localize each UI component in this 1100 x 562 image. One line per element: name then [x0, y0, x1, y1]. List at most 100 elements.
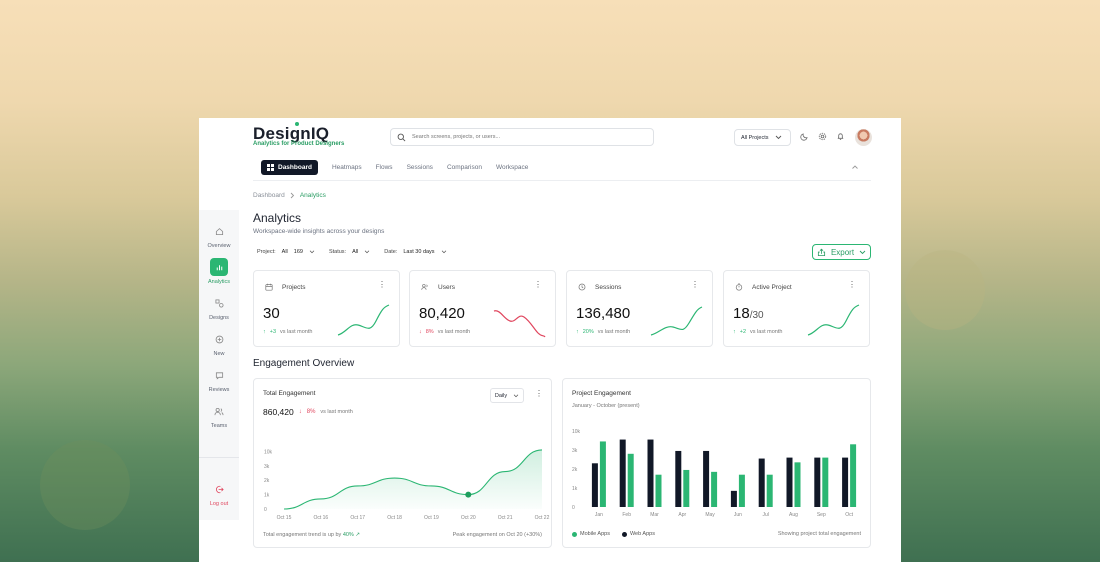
shapes-icon [210, 294, 228, 312]
kpi-card-active-project[interactable]: Active Project ⋮ 18/30 ↑ +2 vs last month [723, 270, 870, 347]
export-button[interactable]: Export [812, 244, 871, 260]
sidebar-item-overview[interactable]: Overview [199, 222, 239, 249]
y-tick-label: 1k [572, 486, 578, 492]
app-window: DesignIQ Analytics for Product Designers… [199, 118, 901, 562]
chevron-down-icon [309, 250, 315, 254]
bar [675, 450, 682, 507]
x-tick-label: Oct 15 [277, 515, 292, 521]
tab-sessions[interactable]: Sessions [407, 164, 433, 171]
chevron-down-icon [859, 250, 866, 254]
tab-flows[interactable]: Flows [376, 164, 393, 171]
search-input[interactable] [412, 134, 632, 140]
project-select[interactable]: All Projects [734, 129, 791, 146]
bar [738, 474, 745, 507]
sidebar-item-new[interactable]: New [199, 330, 239, 357]
chevron-down-icon [364, 250, 370, 254]
breadcrumb: Dashboard Analytics [253, 192, 326, 199]
kpi-value: 136,480 [576, 305, 631, 322]
more-menu-icon[interactable]: ⋮ [535, 390, 543, 398]
sidebar-item-designs[interactable]: Designs [199, 294, 239, 321]
arrow-down-icon: ↓ [298, 409, 302, 415]
kpi-value: 18/30 [733, 305, 764, 322]
gear-icon[interactable] [818, 132, 827, 141]
x-tick-label: Oct 22 [535, 515, 550, 521]
project-filter[interactable]: Project: All 169 [253, 246, 319, 258]
kpi-label: Users [438, 284, 455, 291]
bar [758, 458, 765, 507]
status-filter[interactable]: Status: All [325, 246, 374, 258]
chevron-right-icon [290, 192, 294, 199]
x-tick-label: Oct 17 [350, 515, 365, 521]
project-engagement-panel: Project Engagement January - October (pr… [562, 378, 871, 548]
breadcrumb-current: Analytics [299, 192, 326, 199]
panel-title: Total Engagement [263, 390, 316, 397]
sidebar-item-teams[interactable]: Teams [199, 402, 239, 429]
filter-bar: Project: All 169 Status: All Date: Last … [253, 246, 451, 258]
bar [850, 444, 857, 507]
trend-up-icon: ↗ [355, 532, 360, 538]
chevron-up-icon[interactable] [851, 163, 859, 171]
users-icon [421, 284, 428, 290]
timer-icon [735, 283, 743, 291]
users-icon [210, 402, 228, 420]
logout-label: Log out [209, 501, 229, 507]
bar [766, 474, 773, 507]
x-tick-label: Apr [678, 512, 686, 518]
bar [627, 453, 634, 507]
chat-icon [210, 366, 228, 384]
arrow-down-icon: ↓ [419, 329, 422, 335]
tab-dashboard[interactable]: Dashboard [261, 160, 318, 175]
tab-heatmaps[interactable]: Heatmaps [332, 164, 362, 171]
app-tagline: Analytics for Product Designers [253, 141, 345, 147]
tab-workspace[interactable]: Workspace [496, 164, 528, 171]
more-menu-icon[interactable]: ⋮ [378, 281, 386, 289]
bar [842, 457, 849, 507]
x-tick-label: Jun [734, 512, 742, 518]
project-engagement-chart: 0 1k 2k 3k 10k Jan Feb Mar Apr May Jun Jul Aug Sep Oct [572, 429, 857, 518]
tab-comparison[interactable]: Comparison [447, 164, 482, 171]
x-tick-label: Mar [650, 512, 659, 518]
kpi-card-projects[interactable]: Projects ⋮ 30 ↑ +3 vs last month [253, 270, 400, 347]
project-select-label: All Projects [741, 134, 769, 141]
kpi-card-users[interactable]: Users ⋮ 80,420 ↓ 8% vs last month [409, 270, 556, 347]
kpi-sparkline [493, 310, 546, 338]
clock-icon [578, 283, 586, 291]
bell-icon[interactable] [836, 132, 845, 141]
page-title: Analytics [253, 211, 302, 225]
bar [822, 457, 829, 507]
bar [655, 474, 662, 507]
x-tick-label: Feb [622, 512, 631, 518]
search-box[interactable] [390, 128, 654, 146]
bar [703, 450, 710, 507]
kpi-card-sessions[interactable]: Sessions ⋮ 136,480 ↑ 20% vs last month [566, 270, 713, 347]
x-tick-label: Aug [789, 512, 798, 518]
sidebar-item-label: Analytics [207, 279, 230, 285]
home-icon [210, 222, 228, 240]
background-blob [905, 250, 985, 330]
sidebar-item-label: Reviews [208, 387, 230, 393]
more-menu-icon[interactable]: ⋮ [534, 281, 542, 289]
sidebar-item-label: Teams [210, 423, 228, 429]
moon-icon[interactable] [800, 132, 809, 141]
range-select[interactable]: Daily [490, 388, 524, 403]
y-tick-label: 10k [264, 449, 273, 455]
kpi-sparkline [337, 304, 390, 336]
sidebar-item-reviews[interactable]: Reviews [199, 366, 239, 393]
bar-chart-icon [210, 258, 228, 276]
logo-dot [295, 122, 299, 126]
bar [683, 469, 690, 507]
sidebar-item-label: Overview [207, 243, 231, 249]
date-filter[interactable]: Date: Last 30 days [380, 246, 450, 258]
chevron-down-icon [513, 394, 519, 397]
more-menu-icon[interactable]: ⋮ [848, 281, 856, 289]
x-tick-label: Oct 19 [424, 515, 439, 521]
engagement-footer-left: Total engagement trend is up by 40% ↗ [263, 532, 360, 538]
sidebar-item-analytics[interactable]: Analytics [199, 258, 239, 285]
user-avatar[interactable] [855, 129, 872, 146]
more-menu-icon[interactable]: ⋮ [691, 281, 699, 289]
page-subtitle: Workspace-wide insights across your desi… [253, 228, 385, 235]
bar [591, 463, 598, 507]
logout-button[interactable]: Log out [199, 480, 239, 507]
sidebar: Overview Analytics Designs New Reviews T… [199, 210, 239, 520]
breadcrumb-root[interactable]: Dashboard [253, 192, 285, 199]
